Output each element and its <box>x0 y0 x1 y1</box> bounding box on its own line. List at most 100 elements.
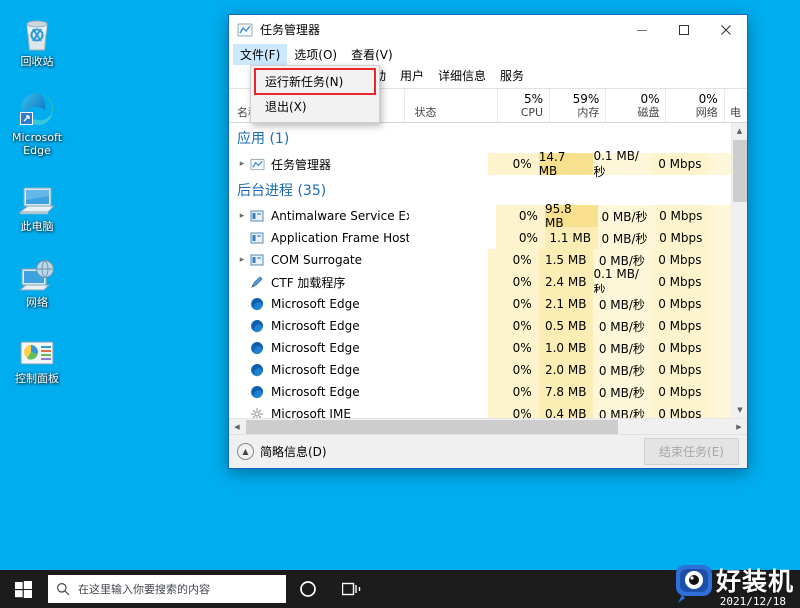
menu-item-exit[interactable]: 退出(X) <box>251 94 379 119</box>
horizontal-scrollbar[interactable]: ◀ ▶ <box>229 418 747 434</box>
table-row[interactable]: ▸ COM Surrogate 0% 1.5 MB 0 MB/秒 0 Mbps <box>229 249 731 271</box>
row-name-cell: Microsoft Edge <box>229 359 398 381</box>
row-memory-cell: 2.0 MB <box>538 359 594 381</box>
desktop-icon-control-panel[interactable]: 控制面板 <box>0 323 74 389</box>
menu-view[interactable]: 查看(V) <box>344 44 400 65</box>
column-header-power[interactable]: 电 <box>723 88 747 122</box>
chevron-right-icon[interactable]: ▸ <box>235 255 249 265</box>
ctf-loader-icon <box>249 274 265 290</box>
row-cpu-cell: 0% <box>487 293 539 315</box>
row-network-cell: 0 Mbps <box>651 271 709 293</box>
row-cpu-cell: 0% <box>487 249 539 271</box>
scroll-up-icon[interactable]: ▲ <box>732 123 747 139</box>
fewer-details-button[interactable]: ▲ 简略信息(D) <box>237 443 327 460</box>
row-disk-cell: 0 MB/秒 <box>593 403 652 418</box>
menu-file[interactable]: 文件(F) <box>233 44 288 65</box>
cortana-button[interactable] <box>286 570 330 608</box>
row-network-cell: 0 Mbps <box>651 249 709 271</box>
desktop-icon-label: 控制面板 <box>15 372 59 385</box>
desktop-icon-recycle-bin[interactable]: 回收站 <box>0 6 74 72</box>
tab-services[interactable]: 服务 <box>493 65 531 88</box>
row-disk-cell: 0 MB/秒 <box>597 205 655 227</box>
row-name-cell: CTF 加载程序 <box>229 271 398 293</box>
table-row[interactable]: Microsoft Edge 0% 1.0 MB 0 MB/秒 0 Mbps <box>229 337 731 359</box>
row-network-cell: 0 Mbps <box>651 403 709 418</box>
scroll-left-icon[interactable]: ◀ <box>229 419 245 435</box>
menu-options[interactable]: 选项(O) <box>287 44 344 65</box>
this-pc-icon <box>2 177 72 217</box>
row-status-cell <box>409 205 496 227</box>
row-name-cell: ▸ COM Surrogate <box>229 249 398 271</box>
desktop-icon-microsoft-edge[interactable]: Microsoft Edge <box>0 82 74 161</box>
table-row[interactable]: ▸ 任务管理器 0% 14.7 MB 0.1 MB/秒 0 Mbps <box>229 149 731 179</box>
minimize-button[interactable] <box>621 15 663 44</box>
end-task-button[interactable]: 结束任务(E) <box>644 438 739 465</box>
row-power-cell <box>708 315 731 337</box>
row-disk-cell: 0 MB/秒 <box>593 381 652 403</box>
process-rows: 应用 (1) ▸ 任务管理器 0% 14.7 MB 0.1 MB/秒 0 Mbp… <box>229 123 731 418</box>
desktop-icon-this-pc[interactable]: 此电脑 <box>0 171 74 237</box>
row-network-cell: 0 Mbps <box>654 227 710 249</box>
scroll-down-icon[interactable]: ▼ <box>732 402 747 418</box>
row-network-cell: 0 Mbps <box>651 359 709 381</box>
process-group-background[interactable]: 后台进程 (35) <box>229 175 731 205</box>
chevron-right-icon[interactable]: ▸ <box>235 159 249 169</box>
row-disk-cell: 0 MB/秒 <box>597 227 655 249</box>
row-status-cell <box>398 403 488 418</box>
row-memory-cell: 1.0 MB <box>538 337 594 359</box>
menu-item-run-new-task[interactable]: 运行新任务(N) <box>254 68 376 95</box>
row-cpu-cell: 0% <box>487 359 539 381</box>
desktop-icon-label: Microsoft Edge <box>11 131 63 157</box>
row-disk-cell: 0 MB/秒 <box>593 337 652 359</box>
table-row[interactable]: Microsoft Edge 0% 7.8 MB 0 MB/秒 0 Mbps <box>229 381 731 403</box>
column-label: 电 <box>730 106 741 119</box>
maximize-button[interactable] <box>663 15 705 44</box>
row-name-label: Microsoft Edge <box>271 363 360 377</box>
vertical-scrollbar-thumb[interactable] <box>733 140 747 202</box>
file-dropdown-menu: 运行新任务(N) 退出(X) <box>250 65 380 123</box>
search-input[interactable]: 在这里输入你要搜索的内容 <box>48 575 286 603</box>
scroll-right-icon[interactable]: ▶ <box>731 419 747 435</box>
task-view-button[interactable] <box>330 570 374 608</box>
generic-app-icon <box>249 208 265 224</box>
menubar: 文件(F) 选项(O) 查看(V) <box>229 44 747 65</box>
table-row[interactable]: Microsoft IME 0% 0.4 MB 0 MB/秒 0 Mbps <box>229 403 731 418</box>
chevron-right-icon[interactable]: ▸ <box>235 211 249 221</box>
tab-details[interactable]: 详细信息 <box>431 65 493 88</box>
row-status-cell <box>398 381 488 403</box>
row-cpu-cell: 0% <box>487 153 539 175</box>
generic-app-icon <box>249 252 265 268</box>
recycle-bin-icon <box>2 12 72 52</box>
row-network-cell: 0 Mbps <box>651 315 709 337</box>
vertical-scrollbar[interactable]: ▲ ▼ <box>731 123 747 418</box>
horizontal-scrollbar-thumb[interactable] <box>246 420 618 434</box>
desktop-icon-network[interactable]: 网络 <box>0 247 74 313</box>
desktop-icon-label: 此电脑 <box>20 220 54 233</box>
row-network-cell: 0 Mbps <box>654 205 710 227</box>
table-row[interactable]: Microsoft Edge 0% 2.0 MB 0 MB/秒 0 Mbps <box>229 359 731 381</box>
window-titlebar[interactable]: 任务管理器 <box>229 15 747 44</box>
row-name-label: Microsoft Edge <box>271 319 360 333</box>
ime-icon <box>249 406 265 418</box>
column-header-network[interactable]: 0% 网络 <box>665 88 723 122</box>
row-cpu-cell: 0% <box>487 403 539 418</box>
table-row[interactable]: CTF 加载程序 0% 2.4 MB 0.1 MB/秒 0 Mbps <box>229 267 731 297</box>
tab-users[interactable]: 用户 <box>393 65 431 88</box>
column-pct: 0% <box>698 92 718 106</box>
row-name-label: Antimalware Service Executa... <box>271 209 409 223</box>
row-memory-cell: 0.4 MB <box>538 403 594 418</box>
start-button[interactable] <box>0 570 46 608</box>
table-row[interactable]: ▸ Antimalware Service Executa... 0% 95.8… <box>229 202 731 230</box>
process-group-apps[interactable]: 应用 (1) <box>229 123 731 153</box>
column-header-status[interactable]: 状态 <box>403 88 497 122</box>
table-row[interactable]: Microsoft Edge 0% 0.5 MB 0 MB/秒 0 Mbps <box>229 315 731 337</box>
close-button[interactable] <box>705 15 747 44</box>
column-header-memory[interactable]: 59% 内存 <box>549 88 605 122</box>
table-row[interactable]: Microsoft Edge 0% 2.1 MB 0 MB/秒 0 Mbps <box>229 293 731 315</box>
column-header-cpu[interactable]: 5% CPU <box>496 88 549 122</box>
row-disk-cell: 0.1 MB/秒 <box>593 149 652 179</box>
table-row[interactable]: Application Frame Host 0% 1.1 MB 0 MB/秒 … <box>229 227 731 249</box>
row-name-label: 任务管理器 <box>271 157 332 172</box>
column-header-disk[interactable]: 0% 磁盘 <box>605 88 665 122</box>
task-view-icon <box>342 582 361 596</box>
